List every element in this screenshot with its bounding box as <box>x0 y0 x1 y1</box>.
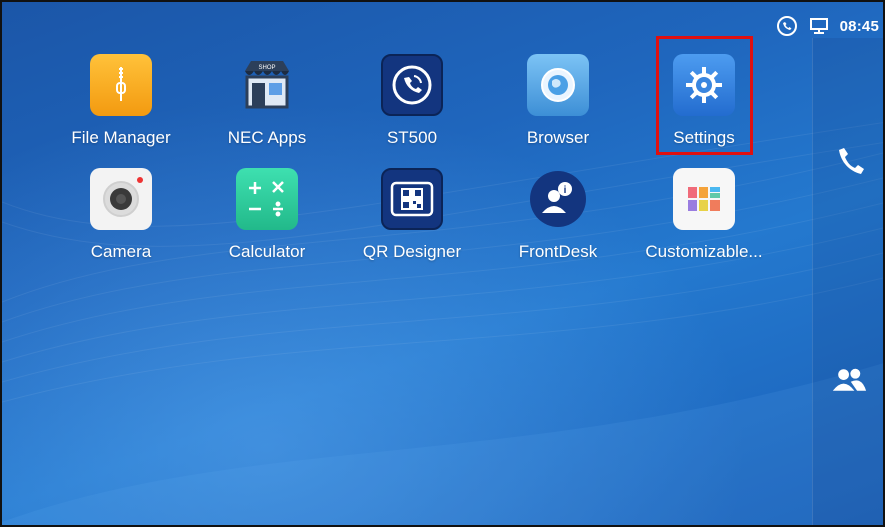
widget-grid-icon <box>673 168 735 230</box>
app-customizable[interactable]: Customizable... <box>639 168 769 262</box>
app-label: QR Designer <box>362 242 462 261</box>
globe-icon <box>527 54 589 116</box>
phone-icon[interactable] <box>831 144 867 180</box>
app-label: Camera <box>90 242 152 261</box>
side-dock <box>812 38 883 525</box>
phone-circle-icon <box>381 54 443 116</box>
app-label: NEC Apps <box>227 128 307 147</box>
folder-zip-icon <box>90 54 152 116</box>
calculator-icon <box>236 168 298 230</box>
store-icon: SHOP <box>236 54 298 116</box>
settings-highlight-box <box>656 36 753 155</box>
call-status-icon <box>776 15 798 37</box>
desk-phone-icon <box>808 15 830 37</box>
app-st500[interactable]: ST500 <box>347 54 477 148</box>
home-screen: 08:45 File Manager SHOP NEC Apps ST500 B… <box>0 0 885 527</box>
app-calculator[interactable]: Calculator <box>202 168 332 262</box>
app-label: ST500 <box>386 128 438 147</box>
camera-icon <box>90 168 152 230</box>
app-nec-apps[interactable]: SHOP NEC Apps <box>202 54 332 148</box>
status-clock: 08:45 <box>839 17 879 35</box>
svg-text:i: i <box>564 185 567 196</box>
svg-text:SHOP: SHOP <box>258 65 275 71</box>
frontdesk-icon: i <box>527 168 589 230</box>
app-label: Calculator <box>228 242 306 261</box>
app-frontdesk[interactable]: i FrontDesk <box>493 168 623 262</box>
app-browser[interactable]: Browser <box>493 54 623 148</box>
app-qr-designer[interactable]: QR Designer <box>347 168 477 262</box>
app-label: Customizable... <box>645 242 763 261</box>
status-bar: 08:45 <box>776 14 879 38</box>
qr-code-icon <box>381 168 443 230</box>
app-label: File Manager <box>71 128 171 147</box>
app-label: Browser <box>526 128 590 147</box>
app-camera[interactable]: Camera <box>56 168 186 262</box>
app-file-manager[interactable]: File Manager <box>56 54 186 148</box>
app-label: FrontDesk <box>518 242 598 261</box>
contacts-icon[interactable] <box>831 362 867 398</box>
